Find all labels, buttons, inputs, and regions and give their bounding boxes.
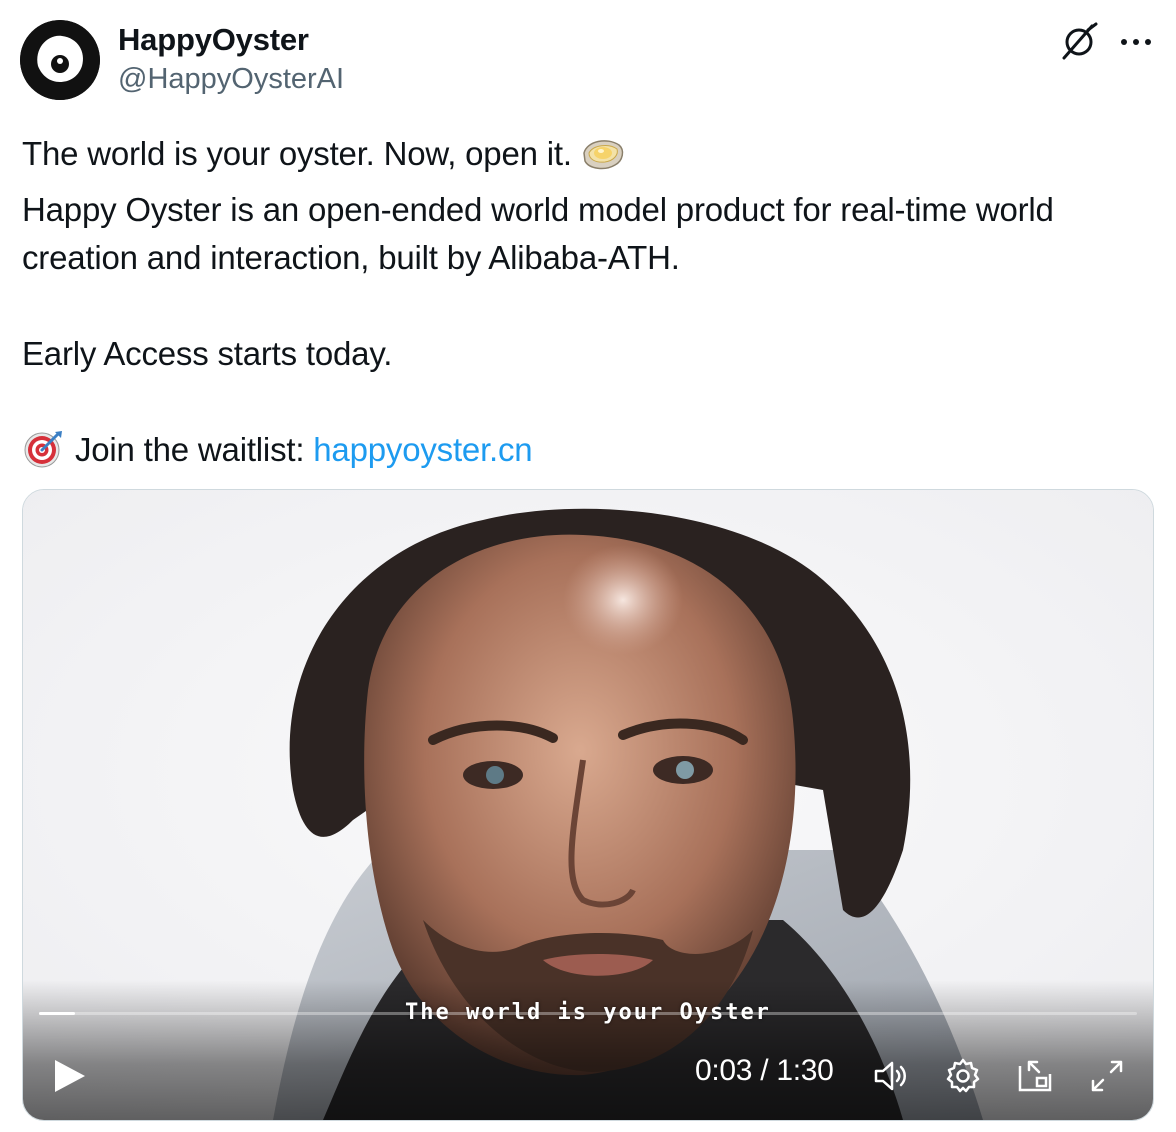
volume-icon[interactable] — [871, 1056, 911, 1096]
tweet-line-3: creation and interaction, built by Aliba… — [22, 239, 680, 276]
author-name[interactable]: HappyOyster — [118, 22, 309, 58]
video-current-time: 0:03 — [695, 1054, 753, 1087]
dock-icon[interactable] — [1015, 1056, 1055, 1096]
happyoyster-logo — [20, 20, 100, 100]
tweet: HappyOyster @HappyOysterAI The world is … — [0, 0, 1176, 1132]
tweet-line-2: Happy Oyster is an open-ended world mode… — [22, 191, 1054, 228]
oyster-emoji-icon — [581, 137, 625, 186]
play-icon[interactable] — [49, 1056, 89, 1096]
fullscreen-icon[interactable] — [1087, 1056, 1127, 1096]
video-player[interactable]: The world is your Oyster 0:03 / 1:30 — [22, 489, 1154, 1121]
author-handle[interactable]: @HappyOysterAI — [118, 63, 344, 96]
tweet-line-1-text: The world is your oyster. Now, open it. — [22, 135, 572, 172]
grok-icon[interactable] — [1058, 20, 1100, 62]
gear-icon[interactable] — [943, 1056, 983, 1096]
tweet-line-4: Early Access starts today. — [22, 335, 393, 372]
avatar[interactable] — [20, 20, 100, 100]
waitlist-label: Join the waitlist: — [74, 431, 305, 468]
waitlist-link[interactable]: happyoyster.cn — [313, 431, 532, 468]
direct-hit-icon — [22, 429, 66, 482]
video-time-separator: / — [752, 1054, 777, 1087]
video-progress-fill — [39, 1012, 76, 1015]
more-icon[interactable] — [1116, 24, 1156, 58]
video-progress-bar[interactable] — [39, 1012, 1137, 1015]
video-duration: 1:30 — [776, 1054, 834, 1087]
video-time: 0:03 / 1:30 — [695, 1054, 834, 1088]
tweet-text: The world is your oyster. Now, open it. … — [22, 130, 1162, 482]
tweet-line-1: The world is your oyster. Now, open it. — [22, 130, 1162, 186]
tweet-waitlist-line: Join the waitlist: happyoyster.cn — [22, 426, 1162, 482]
